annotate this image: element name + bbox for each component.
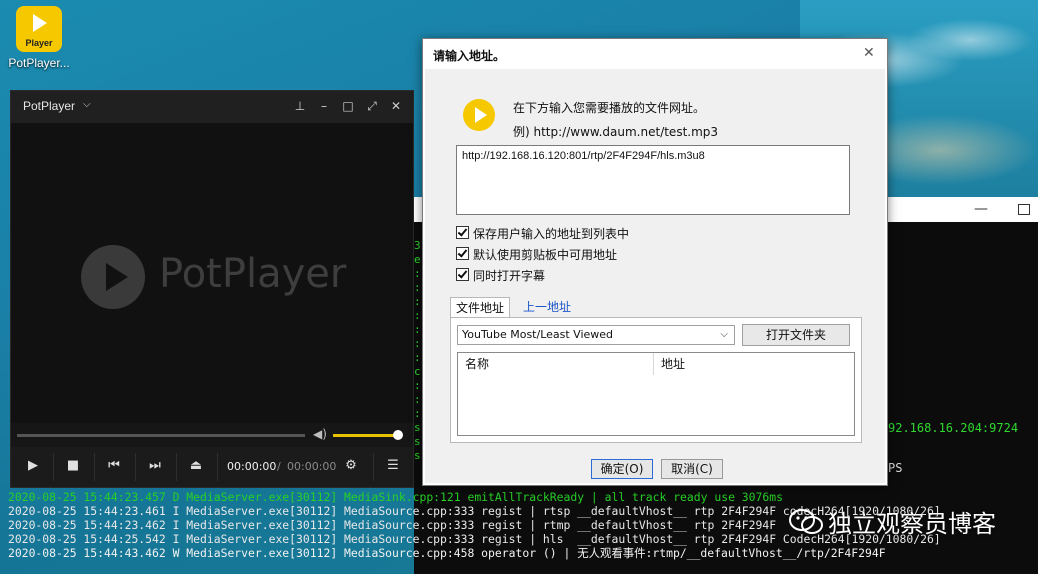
maximize-icon[interactable]: □ — [341, 99, 355, 113]
open-folder-button[interactable]: 打开文件夹 — [742, 324, 850, 346]
console-text-ps: PS — [888, 461, 903, 475]
potplayer-brand-text: PotPlayer — [159, 251, 347, 297]
url-input[interactable]: http://192.168.16.120:801/rtp/2F4F294F/h… — [456, 145, 850, 215]
seek-bar[interactable] — [17, 434, 305, 437]
potplayer-window[interactable]: PotPlayer ⌵ ⊥ – □ ⤢ ✕ PotPlayer ◀) ▶ ■ ⏮… — [10, 90, 414, 488]
checkbox-open-subtitles[interactable]: 同时打开字幕 — [456, 267, 545, 284]
skip-previous-icon: ⏮ — [108, 458, 120, 473]
current-time: 00:00:00 — [227, 460, 277, 473]
playlist-button[interactable]: ☰ — [373, 447, 413, 487]
potplayer-logo-icon — [81, 245, 145, 309]
source-select-value: YouTube Most/Least Viewed — [462, 328, 614, 341]
console-ip-text: 92.168.16.204:9724 — [888, 421, 1019, 435]
checkbox-save-to-list[interactable]: 保存用户输入的地址到列表中 — [456, 225, 629, 242]
checkbox-use-clipboard[interactable]: 默认使用剪贴板中可用地址 — [456, 246, 617, 263]
column-header-name[interactable]: 名称 — [458, 353, 654, 375]
minimize-icon[interactable]: — — [974, 201, 988, 217]
open-url-dialog[interactable]: 请输入地址。 ✕ 在下方输入您需要播放的文件网址。 例) http://www.… — [422, 38, 888, 486]
checkbox-checked-icon[interactable] — [456, 247, 469, 260]
source-select[interactable]: YouTube Most/Least Viewed ⌵ — [457, 325, 735, 345]
previous-button[interactable]: ⏮ — [94, 447, 134, 487]
potplayer-app-icon: Player — [16, 6, 62, 52]
column-header-address[interactable]: 地址 — [654, 353, 852, 375]
close-icon[interactable]: ✕ — [863, 45, 875, 61]
chevron-down-icon[interactable]: ⌵ — [83, 99, 91, 110]
desktop-icon-potplayer[interactable]: Player PotPlayer... — [8, 6, 70, 70]
tab-previous-address[interactable]: 上一地址 — [518, 297, 576, 317]
stop-icon: ■ — [66, 458, 80, 473]
dialog-example: 例) http://www.daum.net/test.mp3 — [513, 125, 719, 139]
chevron-down-icon[interactable]: ⌵ — [720, 326, 728, 344]
ok-button[interactable]: 确定(O) — [591, 459, 653, 479]
address-list[interactable]: 名称 地址 — [457, 352, 855, 436]
play-icon — [33, 14, 47, 32]
watermark-text: 独立观察员博客 — [828, 510, 996, 538]
watermark: 独立观察员博客 — [788, 504, 996, 539]
checkbox-checked-icon[interactable] — [456, 226, 469, 239]
time-separator: / — [277, 460, 281, 473]
potplayer-title-bar: PotPlayer ⌵ ⊥ – □ ⤢ ✕ — [11, 91, 413, 123]
skip-next-icon: ⏭ — [149, 458, 161, 473]
potplayer-menu-button[interactable]: PotPlayer — [23, 99, 75, 113]
maximize-icon[interactable] — [1018, 204, 1030, 215]
video-area[interactable]: PotPlayer — [11, 123, 413, 423]
dialog-title-bar: 请输入地址。 ✕ — [423, 39, 887, 69]
pin-icon[interactable]: ⊥ — [293, 99, 307, 113]
volume-slider-handle[interactable] — [393, 430, 403, 440]
cancel-button[interactable]: 取消(C) — [661, 459, 723, 479]
checkbox-label: 同时打开字幕 — [473, 269, 546, 283]
menu-icon: ☰ — [387, 458, 399, 473]
player-controls: ▶ ■ ⏮ ⏭ ⏏ 00:00:00 / 00:00:00 ⚙ ☰ — [11, 447, 413, 487]
tab-file-address[interactable]: 文件地址 — [450, 297, 511, 318]
volume-icon[interactable]: ◀) — [313, 427, 327, 441]
play-icon: ▶ — [28, 458, 38, 473]
checkbox-label: 保存用户输入的地址到列表中 — [473, 227, 630, 241]
dialog-title: 请输入地址。 — [433, 49, 506, 63]
log-line: 2020-08-25 15:44:23.457 D MediaServer.ex… — [8, 490, 783, 504]
app-icon-label: Player — [25, 38, 53, 48]
tab-panel: YouTube Most/Least Viewed ⌵ 打开文件夹 名称 地址 — [450, 317, 862, 443]
dialog-prompt: 在下方输入您需要播放的文件网址。 — [513, 101, 706, 115]
play-button[interactable]: ▶ — [13, 447, 53, 487]
log-line: 2020-08-25 15:44:43.462 W MediaServer.ex… — [8, 546, 886, 560]
minimize-icon[interactable]: – — [317, 99, 331, 113]
checkbox-checked-icon[interactable] — [456, 268, 469, 281]
desktop-icon-name: PotPlayer... — [8, 56, 70, 70]
checkbox-label: 默认使用剪贴板中可用地址 — [473, 248, 618, 262]
dialog-body: 在下方输入您需要播放的文件网址。 例) http://www.daum.net/… — [425, 69, 885, 483]
gear-icon: ⚙ — [345, 458, 357, 473]
settings-button[interactable]: ⚙ — [331, 447, 371, 487]
stop-button[interactable]: ■ — [53, 447, 93, 487]
total-time: 00:00:00 — [287, 460, 337, 473]
eject-button[interactable]: ⏏ — [176, 447, 216, 487]
desktop: Player PotPlayer... — 3 e : : : : : : : … — [0, 0, 1038, 574]
close-icon[interactable]: ✕ — [389, 99, 403, 113]
next-button[interactable]: ⏭ — [135, 447, 175, 487]
fullscreen-icon[interactable]: ⤢ — [365, 99, 379, 114]
eject-icon: ⏏ — [189, 458, 203, 473]
wechat-icon — [789, 509, 823, 534]
potplayer-logo-icon — [463, 99, 495, 131]
volume-slider[interactable] — [333, 434, 397, 437]
